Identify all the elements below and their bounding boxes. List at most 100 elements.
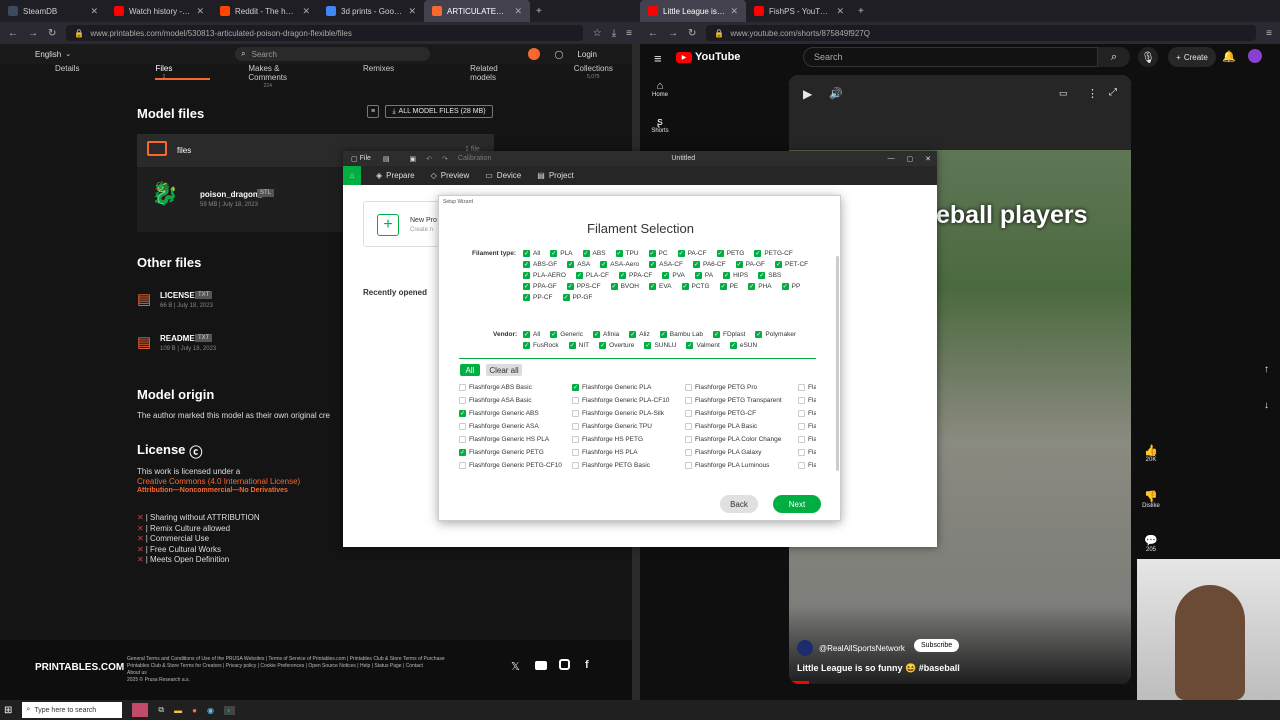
filter-checkbox[interactable]: ✓ PA-GF — [735, 261, 765, 268]
x-icon[interactable]: 𝕏 — [511, 660, 520, 673]
filter-checkbox[interactable]: ✓ Aliz — [629, 331, 650, 338]
filter-checkbox[interactable]: ✓ PP-CF — [523, 294, 553, 301]
footer-logo[interactable]: PRINTABLES.COM — [35, 662, 124, 673]
filament-option[interactable]: Flashforge Generic HS PLA — [459, 436, 572, 443]
notification-icon[interactable] — [528, 48, 541, 60]
filter-checkbox[interactable]: ✓ PPS-CF — [566, 283, 601, 290]
model-tab[interactable]: Related models — [470, 64, 536, 82]
footer-line-2[interactable]: Printables Club & Store Terms for Creato… — [127, 663, 487, 670]
close-tab-icon[interactable]: ✕ — [730, 6, 738, 17]
left-tab[interactable]: 3d prints - Google Search ✕ — [318, 0, 424, 22]
filter-checkbox[interactable]: ✓ ASA — [567, 261, 590, 268]
next-video-icon[interactable]: ↓ — [1264, 400, 1269, 411]
subscribe-button[interactable]: Subscribe — [914, 639, 960, 652]
filter-checkbox[interactable]: ✓ PC — [648, 250, 668, 257]
footer-line-1[interactable]: General Terms and Conditions of Use of t… — [127, 656, 487, 663]
close-icon[interactable]: ✕ — [925, 155, 931, 163]
like-button[interactable]: 👍 20K — [1138, 444, 1164, 463]
volume-icon[interactable]: 🔊 — [829, 87, 843, 100]
filament-option[interactable]: Flash — [798, 423, 816, 430]
filament-option[interactable]: Flashforge PETG Transparent — [685, 397, 798, 404]
filament-option[interactable]: ✓ Flashforge Generic ABS — [459, 410, 572, 417]
filter-checkbox[interactable]: ✓ PVA — [662, 272, 685, 279]
filament-option[interactable]: Flashforge PLA Basic — [685, 423, 798, 430]
video-title[interactable]: Little League is so funny 😆 #baseball — [797, 663, 960, 674]
open-icon[interactable]: ▤ — [383, 155, 390, 163]
grid-icon[interactable]: ≡ — [367, 105, 379, 118]
filter-checkbox[interactable]: ✓ PA — [694, 272, 713, 279]
filter-checkbox[interactable]: ✓ PPA-GF — [523, 283, 557, 290]
captions-icon[interactable]: ▭ — [1059, 88, 1068, 99]
close-tab-icon[interactable]: ✕ — [302, 6, 310, 17]
more-vert-icon[interactable]: ⋮ — [1087, 87, 1098, 100]
file-menu[interactable]: File — [360, 155, 371, 162]
instagram-icon[interactable] — [559, 659, 570, 670]
youtube-search-input[interactable]: Search — [803, 47, 1098, 67]
bookmark-star-icon[interactable]: ☆ — [593, 28, 602, 39]
close-tab-icon[interactable]: ✕ — [514, 6, 522, 17]
new-tab-icon[interactable]: + — [536, 6, 542, 17]
filament-option[interactable]: ✓ Flashforge Generic PETG — [459, 449, 572, 456]
filament-option[interactable]: Flashforge PLA Luminous — [685, 462, 798, 469]
filament-option[interactable]: Flash — [798, 462, 816, 469]
filter-checkbox[interactable]: ✓ BVOH — [610, 283, 639, 290]
windows-start-icon[interactable]: ⊞ — [4, 705, 12, 716]
reload-icon[interactable]: ↻ — [688, 28, 696, 39]
reload-icon[interactable]: ↻ — [48, 28, 56, 39]
home-icon[interactable]: ⌂ — [343, 166, 361, 185]
filter-checkbox[interactable]: ✓ NIT — [568, 342, 589, 349]
fullscreen-icon[interactable]: ⤢ — [1109, 87, 1117, 98]
back-icon[interactable]: ← — [8, 28, 18, 39]
channel-name[interactable]: @RealAllSportsNetwork — [819, 644, 905, 653]
filter-checkbox[interactable]: ✓ PP-GF — [562, 294, 592, 301]
channel-avatar[interactable] — [797, 640, 813, 656]
minimize-icon[interactable]: — — [888, 155, 895, 162]
readme-file-row[interactable]: ▤ README TXT 109 B | July 18, 2023 — [137, 333, 337, 353]
language-selector[interactable]: English — [35, 50, 61, 59]
forward-icon[interactable]: → — [668, 28, 678, 39]
close-tab-icon[interactable]: ✕ — [196, 6, 204, 17]
create-button[interactable]: + Create — [1168, 47, 1216, 67]
close-tab-icon[interactable]: ✕ — [408, 6, 416, 17]
bambu-studio-icon[interactable]: ◐ — [223, 705, 235, 715]
filter-checkbox[interactable]: ✓ FusRock — [523, 342, 559, 349]
printables-search[interactable]: ⌕ Search — [235, 47, 431, 61]
filament-option[interactable]: Flashforge PLA Galaxy — [685, 449, 798, 456]
filter-checkbox[interactable]: ✓ PET-CF — [775, 261, 808, 268]
new-tab-icon[interactable]: + — [858, 6, 864, 17]
avatar[interactable] — [1248, 49, 1262, 63]
download-all-button[interactable]: ⤓ ALL MODEL FILES (28 MB) — [385, 105, 493, 118]
model-tab[interactable]: Remixes — [363, 64, 432, 80]
forward-icon[interactable]: → — [28, 28, 38, 39]
filament-option[interactable]: Flash — [798, 397, 816, 404]
steam-icon[interactable]: ◉ — [207, 706, 214, 715]
filter-checkbox[interactable]: ✓ EVA — [648, 283, 672, 290]
task-view-icon[interactable]: ⧉ — [158, 705, 164, 715]
filter-checkbox[interactable]: ✓ PCTG — [681, 283, 710, 290]
back-icon[interactable]: ← — [648, 28, 658, 39]
progress-bar[interactable] — [789, 681, 809, 684]
save-icon[interactable]: ▣ — [410, 155, 417, 163]
firefox-icon[interactable]: ● — [192, 706, 197, 715]
play-icon[interactable]: ▶ — [803, 87, 812, 101]
filament-option[interactable]: Flashforge Generic TPU — [572, 423, 685, 430]
hamburger-icon[interactable]: ≡ — [654, 51, 662, 66]
sidebar-item-shorts[interactable]: ʂ Shorts — [648, 116, 672, 134]
filter-checkbox[interactable]: ✓ PE — [719, 283, 738, 290]
redo-icon[interactable]: ↷ — [442, 155, 448, 163]
filter-checkbox[interactable]: ✓ ASA-CF — [649, 261, 683, 268]
filter-checkbox[interactable]: ✓ ASA-Aero — [600, 261, 639, 268]
filter-checkbox[interactable]: ✓ TPU — [615, 250, 639, 257]
back-button[interactable]: Back — [720, 495, 758, 513]
filament-option[interactable]: Flash — [798, 384, 816, 391]
filament-option[interactable]: Flashforge ABS Basic — [459, 384, 572, 391]
filter-checkbox[interactable]: ✓ PP — [781, 283, 800, 290]
filament-option[interactable]: Flashforge PLA Color Change — [685, 436, 798, 443]
comments-button[interactable]: 💬 205 — [1138, 534, 1164, 553]
filament-option[interactable]: Flash — [798, 410, 816, 417]
taskbar-widget-icon[interactable] — [132, 703, 149, 717]
select-all-button[interactable]: All — [460, 364, 480, 376]
filament-option[interactable]: Flashforge PETG Basic — [572, 462, 685, 469]
filter-checkbox[interactable]: ✓ PLA — [550, 250, 573, 257]
filament-option[interactable]: Flashforge ASA Basic — [459, 397, 572, 404]
